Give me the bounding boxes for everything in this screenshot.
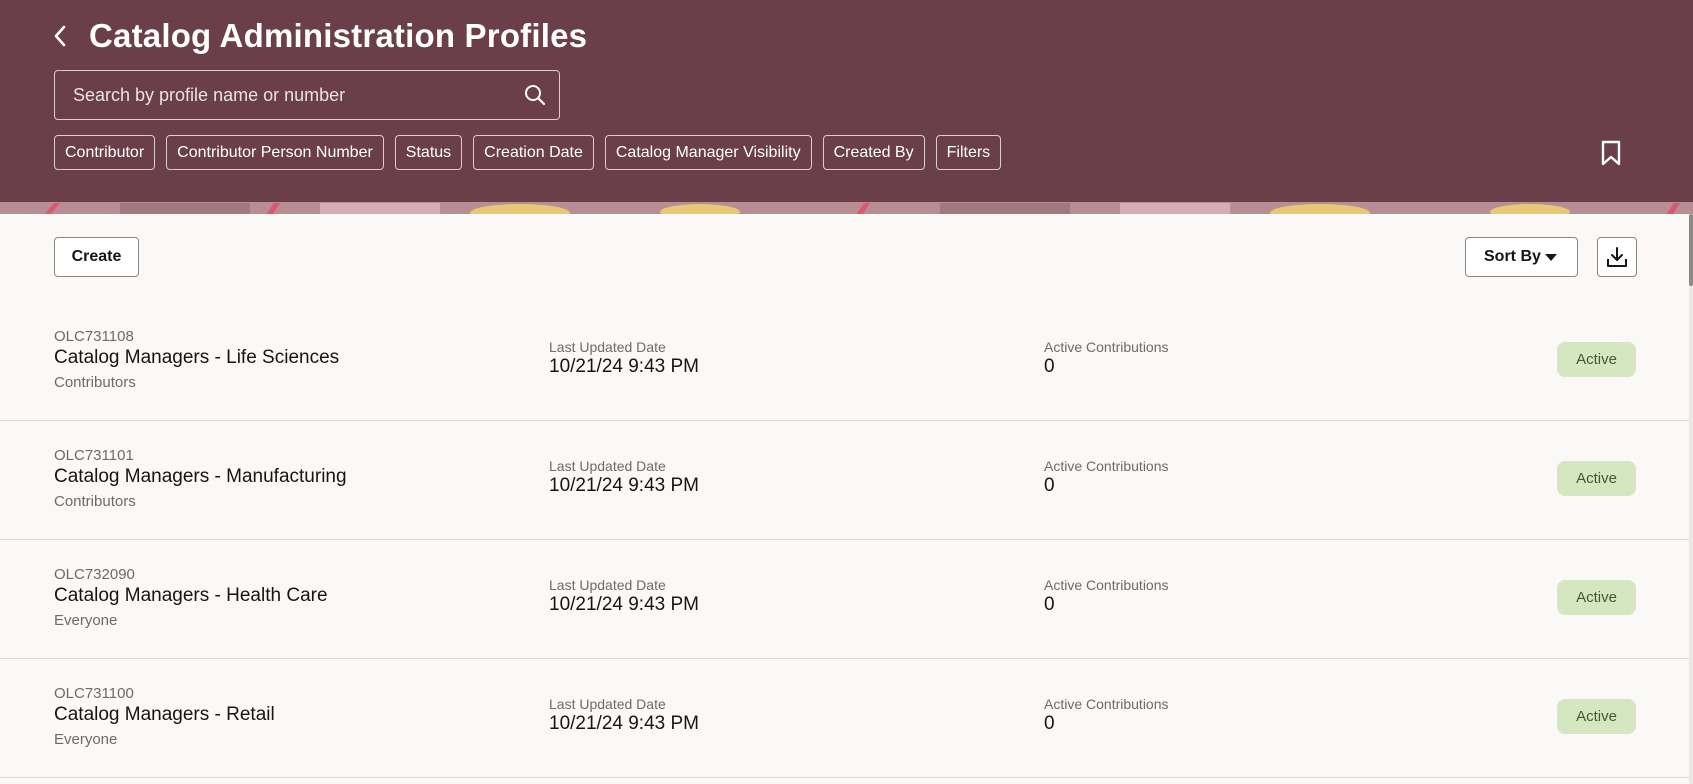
- profile-name[interactable]: Catalog Managers - Health Care: [54, 585, 328, 607]
- last-updated-label: Last Updated Date: [549, 458, 666, 474]
- profile-audience: Contributors: [54, 374, 136, 391]
- profile-number: OLC731100: [54, 685, 134, 702]
- scrollbar-track[interactable]: [1689, 214, 1693, 784]
- list-item[interactable]: OLC731101 Catalog Managers - Manufacturi…: [0, 421, 1689, 540]
- last-updated-value: 10/21/24 9:43 PM: [549, 356, 699, 377]
- page-title: Catalog Administration Profiles: [89, 17, 588, 54]
- active-contributions-value: 0: [1044, 475, 1055, 496]
- active-contributions-value: 0: [1044, 594, 1055, 615]
- filter-chips: Contributor Contributor Person Number St…: [54, 135, 1002, 170]
- list-item[interactable]: OLC731100 Catalog Managers - Retail Ever…: [0, 659, 1689, 778]
- filter-chip-catalog-manager-visibility[interactable]: Catalog Manager Visibility: [604, 135, 812, 170]
- profile-audience: Contributors: [54, 493, 136, 510]
- sort-by-button[interactable]: Sort By: [1465, 237, 1578, 277]
- decorative-banner: [0, 202, 1693, 214]
- last-updated-value: 10/21/24 9:43 PM: [549, 713, 699, 734]
- filter-chip-status[interactable]: Status: [394, 135, 463, 170]
- download-button[interactable]: [1597, 237, 1637, 277]
- profile-number: OLC732090: [54, 566, 135, 583]
- bookmark-button[interactable]: [1598, 139, 1624, 167]
- download-icon: [1607, 247, 1627, 267]
- filter-chip-contributor[interactable]: Contributor: [54, 135, 156, 170]
- list-item[interactable]: OLC731108 Catalog Managers - Life Scienc…: [0, 302, 1689, 421]
- list-item[interactable]: OLC732090 Catalog Managers - Health Care…: [0, 540, 1689, 659]
- profile-name[interactable]: Catalog Managers - Retail: [54, 704, 275, 726]
- profiles-list: OLC731108 Catalog Managers - Life Scienc…: [0, 302, 1689, 778]
- profile-number: OLC731108: [54, 328, 134, 345]
- create-button[interactable]: Create: [54, 237, 139, 277]
- bookmark-icon: [1601, 140, 1621, 166]
- active-contributions-label: Active Contributions: [1044, 458, 1169, 474]
- search-icon[interactable]: [511, 71, 559, 119]
- sort-by-label: Sort By: [1484, 248, 1541, 265]
- last-updated-label: Last Updated Date: [549, 339, 666, 355]
- status-badge: Active: [1557, 580, 1636, 615]
- chevron-left-icon: [54, 25, 66, 47]
- last-updated-value: 10/21/24 9:43 PM: [549, 475, 699, 496]
- filter-chip-creation-date[interactable]: Creation Date: [473, 135, 594, 170]
- profile-number: OLC731101: [54, 447, 134, 464]
- status-badge: Active: [1557, 342, 1636, 377]
- active-contributions-label: Active Contributions: [1044, 577, 1169, 593]
- back-button[interactable]: [46, 22, 74, 50]
- profile-name[interactable]: Catalog Managers - Life Sciences: [54, 347, 339, 369]
- search-box: [54, 70, 560, 120]
- profile-name[interactable]: Catalog Managers - Manufacturing: [54, 466, 347, 488]
- scrollbar-thumb[interactable]: [1689, 214, 1693, 286]
- filter-chip-filters[interactable]: Filters: [935, 135, 1002, 170]
- active-contributions-value: 0: [1044, 356, 1055, 377]
- status-badge: Active: [1557, 461, 1636, 496]
- search-input[interactable]: [55, 71, 511, 119]
- last-updated-label: Last Updated Date: [549, 696, 666, 712]
- active-contributions-label: Active Contributions: [1044, 696, 1169, 712]
- last-updated-label: Last Updated Date: [549, 577, 666, 593]
- last-updated-value: 10/21/24 9:43 PM: [549, 594, 699, 615]
- page-header: Catalog Administration Profiles Contribu…: [0, 0, 1693, 202]
- profile-audience: Everyone: [54, 612, 118, 629]
- caret-down-icon: [1545, 254, 1557, 261]
- filter-chip-created-by[interactable]: Created By: [822, 135, 925, 170]
- status-badge: Active: [1557, 699, 1636, 734]
- filter-chip-contributor-person-number[interactable]: Contributor Person Number: [166, 135, 384, 170]
- active-contributions-label: Active Contributions: [1044, 339, 1169, 355]
- profile-audience: Everyone: [54, 731, 118, 748]
- active-contributions-value: 0: [1044, 713, 1055, 734]
